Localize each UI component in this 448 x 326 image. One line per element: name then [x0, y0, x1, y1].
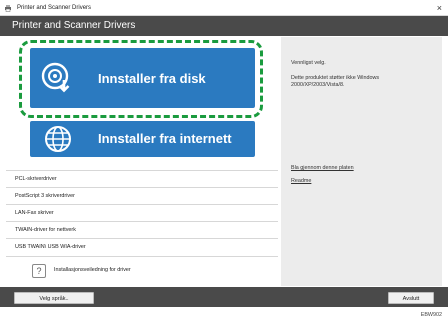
- browse-disc-link[interactable]: Bla gjennom denne platen: [291, 165, 354, 171]
- select-language-button[interactable]: Velg språk..: [14, 292, 94, 304]
- globe-icon: [45, 126, 71, 152]
- title-bar: Printer and Scanner Drivers ×: [0, 0, 448, 16]
- header-title: Printer and Scanner Drivers: [12, 20, 136, 31]
- close-button[interactable]: ×: [437, 0, 442, 16]
- printer-app-icon: [5, 5, 11, 12]
- driver-list: PCL-skriverdriver PostScript 3 skriverdr…: [6, 170, 278, 255]
- driver-item-usb-twain-wia[interactable]: USB TWAIN\ USB WIA-driver: [6, 238, 278, 255]
- prompt-text: Vennligst velg.: [291, 60, 326, 66]
- install-guide-item[interactable]: ? Installasjonsveiledning for driver: [6, 256, 278, 284]
- image-code: EBW902: [420, 312, 442, 318]
- unsupported-os-line-2: 2000/XP/2003/Vista/8.: [291, 82, 345, 88]
- unsupported-os-line-1: Dette produktet støtter ikke Windows: [291, 75, 380, 81]
- question-icon: ?: [32, 264, 46, 278]
- driver-item-postscript[interactable]: PostScript 3 skriverdriver: [6, 187, 278, 204]
- driver-item-lan-fax[interactable]: LAN-Fax skriver: [6, 204, 278, 221]
- driver-item-pcl[interactable]: PCL-skriverdriver: [6, 170, 278, 187]
- install-from-internet-button[interactable]: Innstaller fra internett: [30, 121, 255, 157]
- window-title: Printer and Scanner Drivers: [17, 5, 92, 11]
- driver-item-twain-network[interactable]: TWAIN-driver for nettverk: [6, 221, 278, 238]
- info-panel: Vennligst velg. Dette produktet støtter …: [281, 37, 442, 286]
- readme-link[interactable]: Readme: [291, 178, 311, 184]
- install-guide-label: Installasjonsveiledning for driver: [54, 267, 131, 273]
- highlight-frame: [19, 40, 263, 118]
- quit-button[interactable]: Avslutt: [388, 292, 434, 304]
- app-header: Printer and Scanner Drivers: [0, 16, 448, 36]
- install-from-internet-label: Innstaller fra internett: [98, 131, 232, 146]
